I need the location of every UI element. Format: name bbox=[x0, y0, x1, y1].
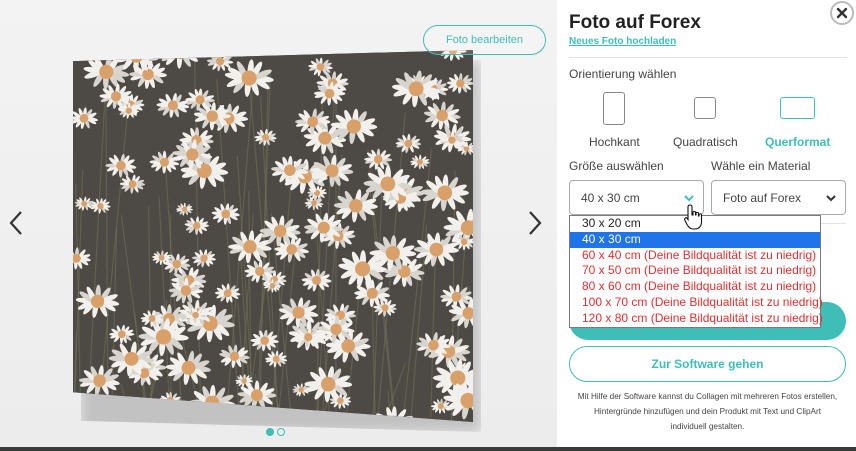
chevron-down-icon bbox=[825, 192, 837, 206]
portrait-shape-icon bbox=[603, 92, 626, 125]
landscape-shape-icon bbox=[780, 97, 816, 119]
hand-cursor-icon bbox=[684, 204, 704, 235]
chevron-right-icon[interactable] bbox=[523, 205, 547, 241]
orientation-portrait[interactable]: Hochkant bbox=[589, 92, 640, 149]
orientation-square-label: Quadratisch bbox=[673, 135, 738, 149]
size-option[interactable]: 60 x 40 cm (Deine Bildqualität ist zu ni… bbox=[570, 248, 820, 264]
photo-mockup bbox=[73, 50, 481, 432]
square-shape-icon bbox=[694, 97, 717, 119]
orientation-label: Orientierung wählen bbox=[569, 67, 677, 81]
slide-dot-1[interactable] bbox=[266, 428, 274, 436]
product-preview: Foto bearbeiten bbox=[0, 0, 557, 451]
size-option[interactable]: 120 x 80 cm (Deine Bildqualität ist zu n… bbox=[570, 311, 823, 327]
orientation-landscape-label: Querformat bbox=[765, 135, 831, 149]
slide-indicator bbox=[266, 428, 285, 436]
go-to-software-button[interactable]: Zur Software gehen bbox=[569, 346, 846, 382]
size-label: Größe auswählen bbox=[569, 159, 664, 173]
orientation-portrait-label: Hochkant bbox=[589, 135, 640, 149]
slide-dot-2[interactable] bbox=[277, 428, 285, 436]
size-select-value: 40 x 30 cm bbox=[581, 190, 640, 205]
material-label: Wähle ein Material bbox=[711, 159, 811, 173]
size-option[interactable]: 70 x 50 cm (Deine Bildqualität ist zu ni… bbox=[570, 263, 820, 279]
orientation-landscape[interactable]: Querformat bbox=[765, 92, 830, 149]
material-select[interactable]: Foto auf Forex bbox=[711, 180, 846, 215]
size-option[interactable]: 80 x 60 cm (Deine Bildqualität ist zu ni… bbox=[570, 279, 820, 295]
orientation-square[interactable]: Quadratisch bbox=[673, 92, 738, 149]
chevron-left-icon[interactable] bbox=[4, 205, 28, 241]
upload-photo-link[interactable]: Neues Foto hochladen bbox=[569, 36, 676, 47]
divider bbox=[569, 57, 847, 58]
close-icon[interactable] bbox=[830, 1, 854, 25]
material-select-value: Foto auf Forex bbox=[723, 190, 802, 205]
bottom-bar bbox=[0, 447, 856, 451]
edit-photo-button[interactable]: Foto bearbeiten bbox=[423, 25, 546, 55]
page-title: Foto auf Forex bbox=[569, 12, 701, 33]
size-option[interactable]: 100 x 70 cm (Deine Bildqualität ist zu n… bbox=[570, 295, 823, 311]
software-help-text: Mit Hilfe der Software kannst du Collage… bbox=[577, 392, 838, 431]
photo-image bbox=[73, 50, 473, 422]
